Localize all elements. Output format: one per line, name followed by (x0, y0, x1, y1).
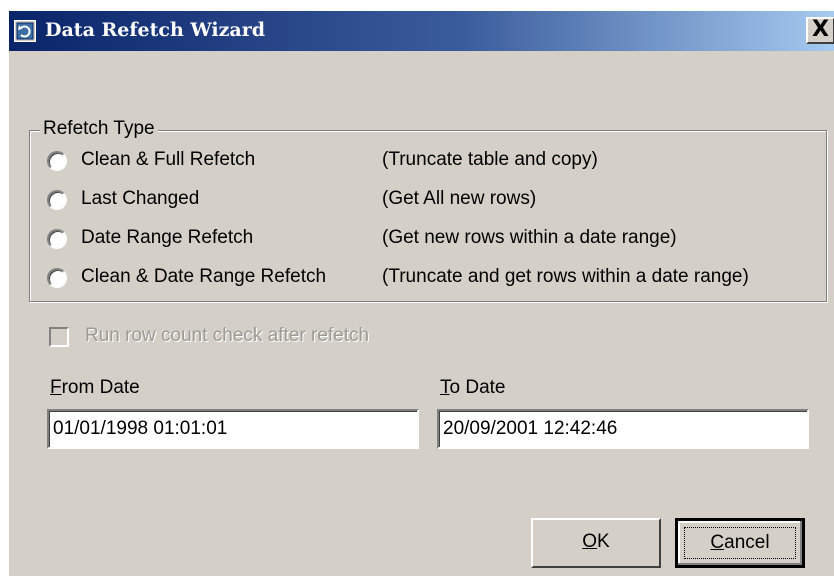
to-date-input[interactable] (437, 409, 809, 449)
cancel-button-label: Cancel (710, 532, 769, 553)
ok-button-label: OK (582, 531, 609, 552)
close-button[interactable]: X (806, 17, 834, 44)
cancel-button[interactable]: Cancel (675, 518, 805, 568)
radio-description: (Get new rows within a date range) (382, 227, 677, 248)
radio-button[interactable] (47, 268, 67, 288)
data-refetch-wizard-dialog: Data Refetch Wizard X Refetch Type Clean… (8, 10, 834, 576)
radio-description: (Get All new rows) (382, 188, 537, 209)
radio-date-range-refetch[interactable]: Date Range Refetch (Get new rows within … (47, 225, 834, 255)
ok-label-text: K (597, 531, 610, 552)
radio-label[interactable]: Clean & Date Range Refetch (81, 266, 326, 288)
row-count-checkbox[interactable] (49, 327, 69, 347)
row-count-check-label: Run row count check after refetch (85, 325, 370, 346)
radio-label[interactable]: Last Changed (81, 188, 199, 210)
radio-button[interactable] (47, 151, 67, 171)
ok-button[interactable]: OK (531, 518, 661, 568)
window-title: Data Refetch Wizard (45, 19, 266, 41)
radio-button[interactable] (47, 190, 67, 210)
to-date-accelerator: T (440, 377, 450, 398)
ok-accelerator: O (582, 531, 598, 552)
radio-label[interactable]: Clean & Full Refetch (81, 149, 255, 171)
from-date-label: From Date (50, 377, 140, 399)
radio-label[interactable]: Date Range Refetch (81, 227, 253, 249)
refetch-type-legend: Refetch Type (40, 118, 158, 140)
radio-description: (Truncate and get rows within a date ran… (382, 266, 749, 287)
from-date-accelerator: F (50, 377, 62, 398)
radio-last-changed[interactable]: Last Changed (Get All new rows) (47, 186, 834, 216)
radio-clean-full-refetch[interactable]: Clean & Full Refetch (Truncate table and… (47, 147, 834, 177)
cancel-label-text: ancel (724, 532, 770, 553)
to-date-label: To Date (440, 377, 505, 399)
radio-description: (Truncate table and copy) (382, 149, 598, 170)
radio-clean-date-range-refetch[interactable]: Clean & Date Range Refetch (Truncate and… (47, 264, 834, 294)
to-date-label-text: o Date (449, 377, 506, 398)
close-icon: X (812, 17, 829, 42)
from-date-label-text: rom Date (61, 377, 140, 398)
refresh-icon (14, 20, 36, 42)
title-bar[interactable]: Data Refetch Wizard X (9, 11, 834, 51)
from-date-input[interactable] (47, 409, 419, 449)
radio-button[interactable] (47, 229, 67, 249)
row-count-check-option[interactable]: Run row count check after refetch (49, 325, 449, 351)
cancel-accelerator: C (710, 532, 725, 553)
